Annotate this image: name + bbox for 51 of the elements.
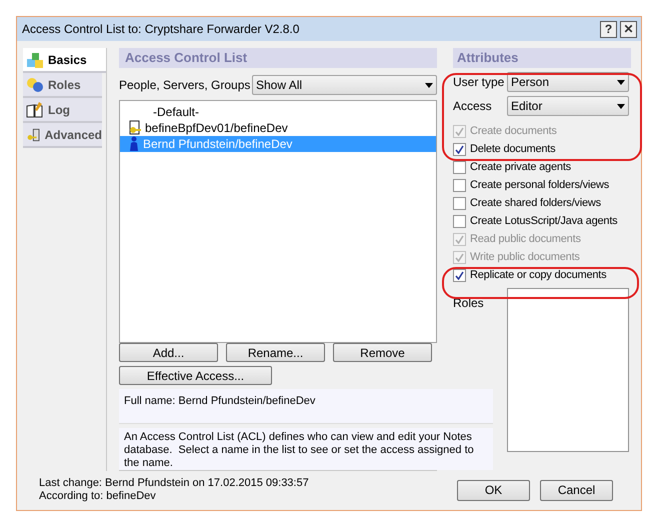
list-item[interactable]: -Default- [120,104,436,120]
section-header: Access Control List [119,48,437,68]
sidebar-tab[interactable]: Roles [23,73,102,98]
caret-icon [425,82,433,88]
checkbox[interactable] [453,214,466,228]
description: An Access Control List (ACL) defines who can view and edit your Notes database. Select a name in the list to see or set the access assigned to the name. [124,431,475,469]
checkbox[interactable] [453,142,466,156]
sidebar-tab[interactable]: Basics [23,48,106,73]
checkbox-label: Create personal folders/views [470,178,610,193]
checkbox-label: Read public documents [470,232,581,247]
effective-access-button[interactable]: Effective Access... [119,366,272,386]
checkbox-label: Create documents [470,124,557,139]
filter-label: People, Servers, Groups [119,77,252,94]
list-item[interactable]: befineBpfDev01/befineDev [120,120,436,136]
checkbox[interactable] [453,160,466,174]
according-to: According to: befineDev [39,490,157,503]
last-change: Last change: Bernd Pfundstein on 17.02.2015 09:33:57 [39,477,310,490]
checkbox[interactable] [453,196,466,210]
checkbox-label: Write public documents [470,250,580,265]
window-title: Access Control List to: Cryptshare Forwarder V2.8.0 [22,21,300,38]
action-button[interactable]: Remove [333,343,432,362]
checkbox-label: Create private agents [470,160,571,175]
field-label: User type [453,74,506,91]
checkbox-label: Delete documents [470,142,556,157]
roles-label: Roles [453,296,484,310]
action-button[interactable]: Add... [119,343,218,362]
cancel-button[interactable]: Cancel [540,480,613,500]
blocks-icon [26,50,44,68]
action-button[interactable]: Rename... [226,343,325,362]
masks-icon [26,76,44,94]
close-button[interactable]: ✕ [620,20,637,38]
server-key-icon [128,120,142,136]
dropdown[interactable]: Show All [252,75,437,95]
ok-button[interactable]: OK [457,480,530,500]
checkbox-label: Create LotusScript/Java agents [470,214,618,229]
checkbox[interactable] [453,268,466,282]
field-label: Access [453,98,493,115]
dropdown[interactable]: Person [507,72,629,92]
full-name: Full name: Bernd Pfundstein/befineDev [124,395,316,408]
book-icon [26,100,44,118]
caret-icon [617,104,625,108]
sidebar-tab[interactable]: Log [23,98,102,123]
checkbox-label: Replicate or copy documents [470,268,606,283]
sidebar-tab[interactable]: Advanced [23,123,102,148]
checkbox-label: Create shared folders/views [470,196,601,211]
checkbox[interactable] [453,178,466,192]
section-header: Attributes [453,48,631,68]
caret-icon [617,80,625,84]
help-button[interactable]: ? [600,20,617,38]
dropdown[interactable]: Editor [507,96,629,116]
person-icon [128,136,140,152]
